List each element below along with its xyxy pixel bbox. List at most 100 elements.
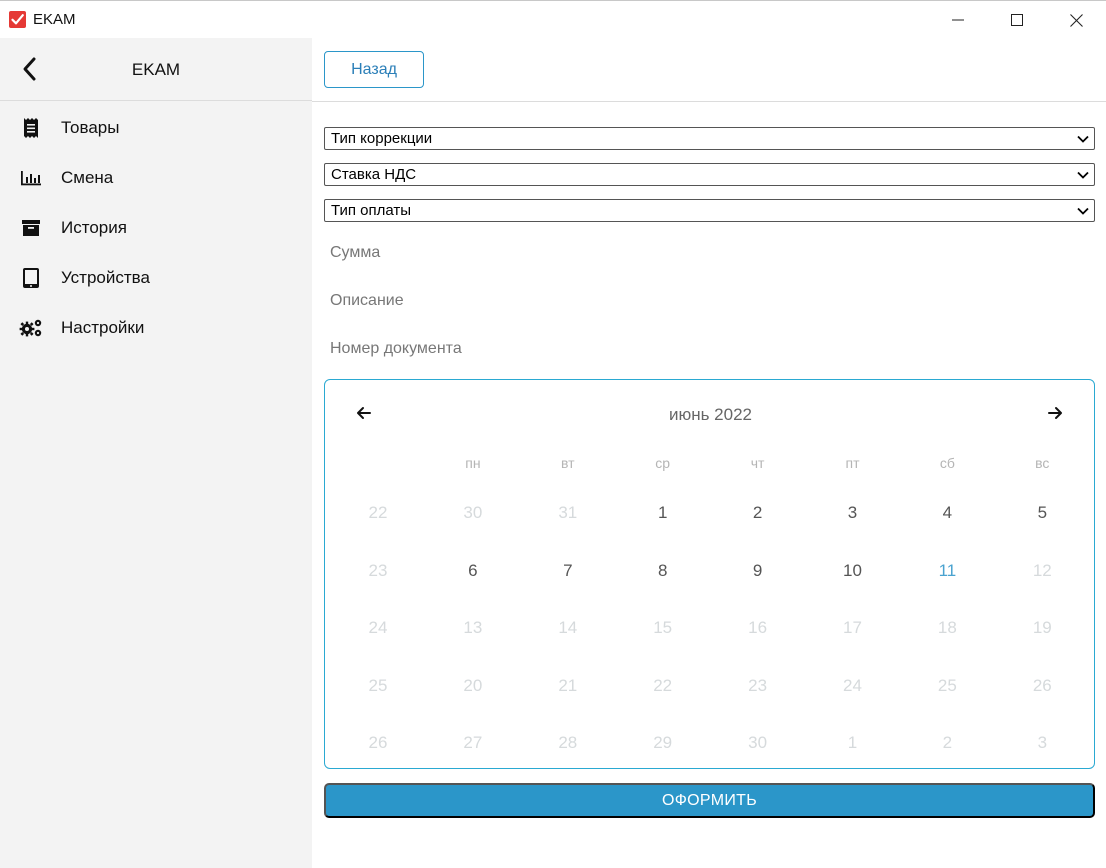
calendar-day[interactable]: 22 (616, 676, 710, 696)
week-number: 22 (368, 503, 388, 522)
sidebar-item-settings[interactable]: Настройки (0, 303, 312, 353)
calendar-day[interactable]: 26 (995, 676, 1089, 696)
week-number: 23 (368, 560, 388, 580)
maximize-icon (1011, 14, 1023, 26)
maximize-button[interactable] (994, 1, 1040, 39)
week-number: 26 (368, 733, 388, 752)
select-value: Тип оплаты (331, 202, 412, 219)
archive-icon (19, 216, 43, 240)
calendar-day[interactable]: 18 (900, 618, 994, 638)
sidebar-header: EKAM (0, 38, 312, 101)
calendar-week-row: 24 13 14 15 16 17 18 19 (331, 600, 1090, 658)
weekday-label: пн (465, 455, 481, 471)
calendar-month-title: июнь 2022 (668, 405, 753, 424)
calendar-week-row: 26 27 28 29 30 1 2 3 (331, 715, 1090, 773)
calendar-week-row: 22 30 31 1 2 3 4 5 (331, 485, 1090, 543)
calendar-week-row: 25 20 21 22 23 24 25 26 (331, 658, 1090, 716)
submit-button[interactable]: ОФОРМИТЬ (324, 783, 1095, 818)
payment-type-select[interactable]: Тип оплаты (324, 199, 1095, 222)
weekday-label: вс (1035, 455, 1050, 471)
sidebar-item-label: Смена (61, 168, 114, 187)
sidebar-item-label: История (61, 218, 127, 237)
sidebar: EKAM Товары Смена История Устройства Нас… (0, 38, 312, 868)
calendar-day[interactable]: 12 (995, 561, 1089, 581)
description-input[interactable]: Описание (330, 292, 404, 310)
calendar-day[interactable]: 3 (995, 733, 1089, 753)
sidebar-item-shift[interactable]: Смена (0, 153, 312, 203)
calendar-grid: 22 30 31 1 2 3 4 5 23 6 7 8 9 10 11 12 24 13 14 15 16 17 18 19 2… (331, 485, 1090, 773)
weekday-label: пт (845, 455, 860, 471)
calendar-weekdays: пн вт ср чт пт сб вс (331, 455, 1090, 475)
document-number-input[interactable]: Номер документа (330, 340, 462, 358)
correction-type-select[interactable]: Тип коррекции (324, 127, 1095, 150)
calendar-week-row: 23 6 7 8 9 10 11 12 (331, 543, 1090, 601)
chevron-down-icon (1077, 207, 1089, 215)
title-bar: EKAM (0, 0, 1106, 38)
calendar-day[interactable]: 23 (711, 676, 805, 696)
weekday-label: сб (939, 455, 955, 471)
calendar-day[interactable]: 27 (426, 733, 520, 753)
arrow-right-icon[interactable] (1046, 404, 1064, 422)
calendar-day[interactable]: 17 (806, 618, 900, 638)
calendar-day[interactable]: 1 (616, 503, 710, 523)
calendar-day-today[interactable]: 11 (900, 561, 994, 581)
weekday-label: ср (655, 455, 671, 471)
app-logo-icon (9, 11, 26, 28)
chevron-down-icon (1077, 171, 1089, 179)
minimize-icon (952, 19, 964, 21)
calendar-day[interactable]: 21 (521, 676, 615, 696)
main-header: Назад (312, 38, 1106, 102)
calendar-day[interactable]: 30 (426, 503, 520, 523)
sidebar-item-history[interactable]: История (0, 203, 312, 253)
sidebar-item-products[interactable]: Товары (0, 103, 312, 153)
vat-rate-select[interactable]: Ставка НДС (324, 163, 1095, 186)
select-value: Ставка НДС (331, 166, 417, 183)
calendar-day[interactable]: 19 (995, 618, 1089, 638)
calendar-day[interactable]: 15 (616, 618, 710, 638)
week-number: 25 (368, 675, 388, 695)
minimize-button[interactable] (935, 1, 981, 39)
weekday-label: чт (750, 455, 765, 471)
bar-chart-icon (19, 166, 43, 190)
calendar-day[interactable]: 2 (711, 503, 805, 523)
calendar-day[interactable]: 8 (616, 561, 710, 581)
sidebar-item-label: Товары (61, 118, 120, 137)
sidebar-item-label: Устройства (61, 268, 150, 287)
calendar-day[interactable]: 14 (521, 618, 615, 638)
calendar-day[interactable]: 3 (806, 503, 900, 523)
gears-icon (19, 316, 43, 340)
sum-input[interactable]: Сумма (330, 244, 380, 262)
calendar-day[interactable]: 4 (900, 503, 994, 523)
calendar-day[interactable]: 5 (995, 503, 1089, 523)
calendar-day[interactable]: 6 (426, 561, 520, 581)
calendar-day[interactable]: 13 (426, 618, 520, 638)
sidebar-item-label: Настройки (61, 318, 145, 337)
date-calendar: июнь 2022 пн вт ср чт пт сб вс 22 30 31 1 2 3 4 5 23 6 7… (324, 379, 1095, 769)
calendar-day[interactable]: 24 (806, 676, 900, 696)
calendar-day[interactable]: 9 (711, 561, 805, 581)
calendar-day[interactable]: 16 (711, 618, 805, 638)
weekday-label: вт (561, 455, 575, 471)
calendar-day[interactable]: 10 (806, 561, 900, 581)
nav-list: Товары Смена История Устройства Настройк… (0, 103, 312, 353)
close-button[interactable] (1053, 1, 1099, 39)
select-value: Тип коррекции (331, 130, 433, 147)
calendar-day[interactable]: 28 (521, 733, 615, 753)
calendar-day[interactable]: 31 (521, 503, 615, 523)
calendar-day[interactable]: 30 (711, 733, 805, 753)
close-icon (1069, 13, 1083, 27)
calendar-day[interactable]: 2 (900, 733, 994, 753)
window-title: EKAM (33, 11, 76, 28)
calendar-day[interactable]: 29 (616, 733, 710, 753)
calendar-day[interactable]: 1 (806, 733, 900, 753)
calendar-day[interactable]: 20 (426, 676, 520, 696)
sidebar-title: EKAM (131, 60, 181, 79)
calendar-day[interactable]: 7 (521, 561, 615, 581)
calendar-day[interactable]: 25 (900, 676, 994, 696)
sidebar-item-devices[interactable]: Устройства (0, 253, 312, 303)
back-button[interactable]: Назад (324, 51, 424, 88)
week-number: 24 (368, 618, 388, 637)
main-panel: Назад Тип коррекции Ставка НДС Тип оплат… (312, 38, 1106, 868)
receipt-icon (19, 116, 43, 140)
chevron-down-icon (1077, 135, 1089, 143)
